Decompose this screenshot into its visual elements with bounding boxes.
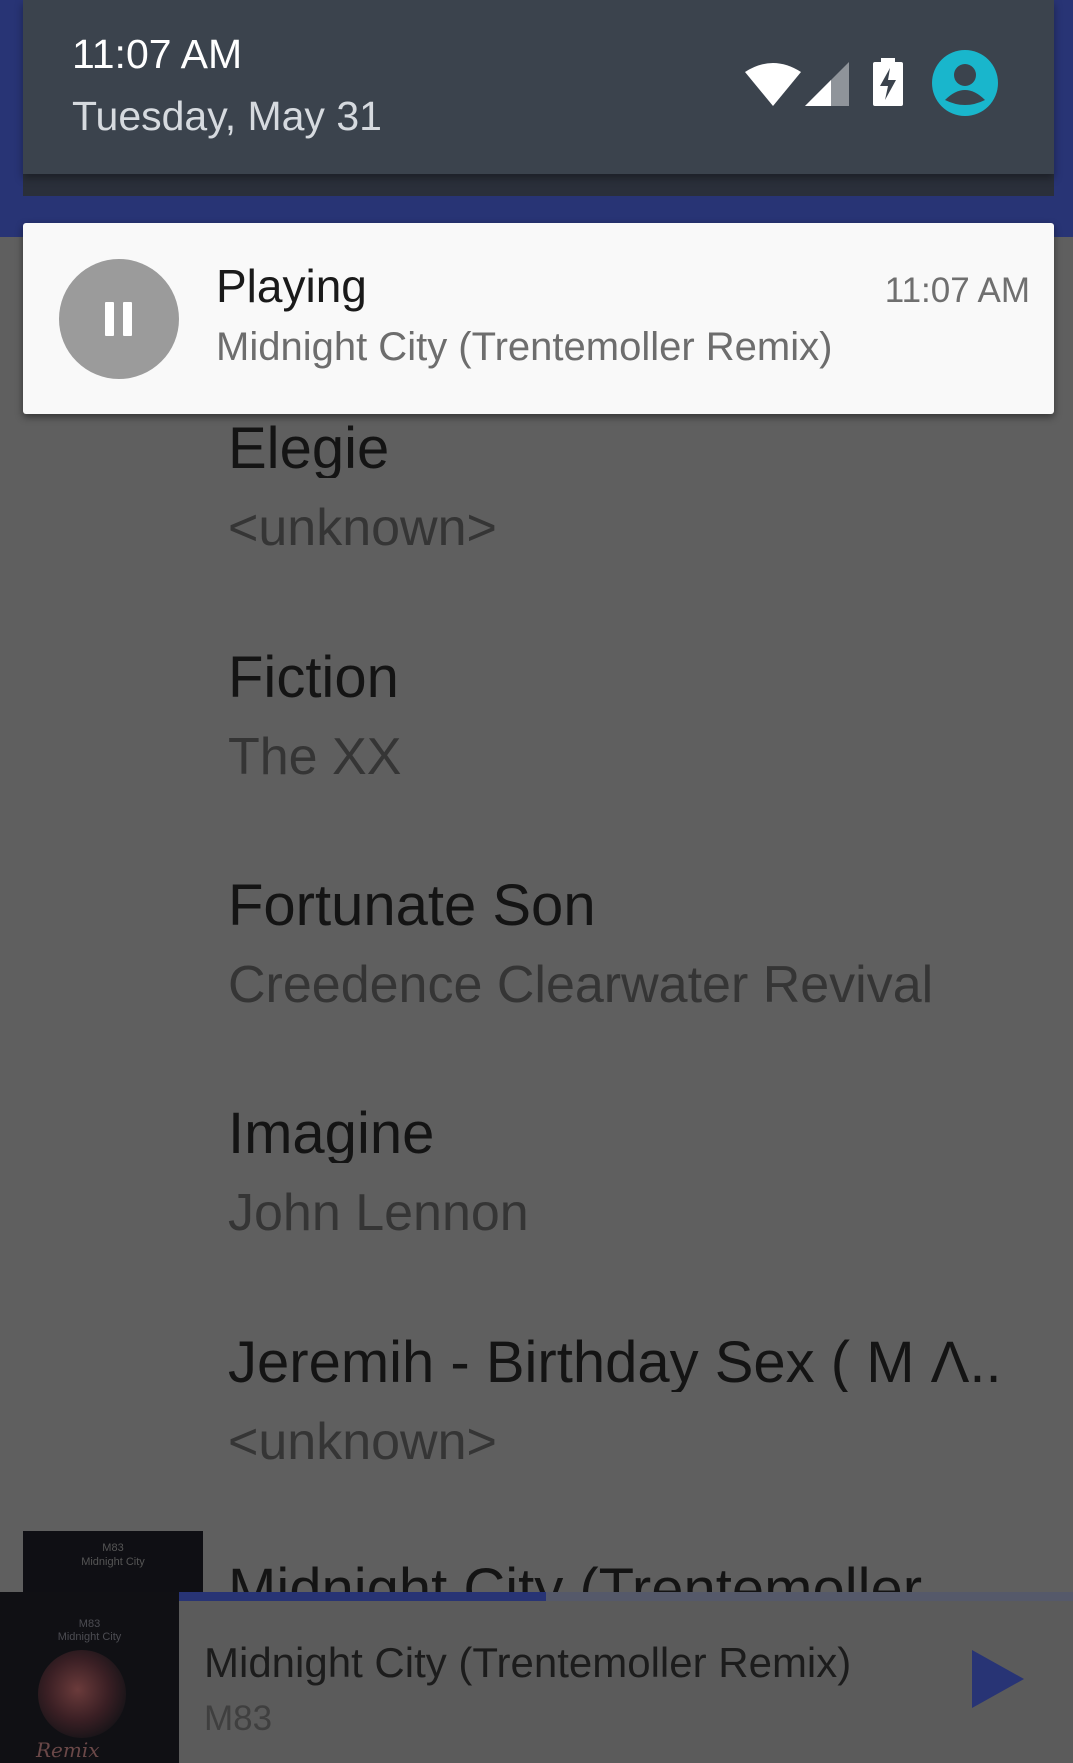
song-list[interactable]: Elegie <unknown> Fiction The XX Fortunat… [0, 237, 1073, 1592]
song-artist: John Lennon [228, 1184, 529, 1242]
notification-text: Midnight City (Trentemoller Remix) [216, 325, 833, 369]
play-icon[interactable] [968, 1648, 1026, 1710]
cell-signal-icon [805, 62, 849, 106]
wifi-icon [745, 63, 801, 106]
thumb-artist-text: M83 [102, 1542, 124, 1554]
album-cover: M83 Midnight City Remix [0, 1592, 179, 1763]
song-artist: The XX [228, 728, 402, 786]
status-date: Tuesday, May 31 [72, 93, 382, 139]
song-title: Elegie [228, 420, 390, 478]
notification-time: 11:07 AM [884, 271, 1030, 310]
account-icon[interactable] [932, 50, 998, 116]
cover-art-figure [38, 1650, 126, 1738]
cover-artist-text: M83 [78, 1618, 101, 1630]
song-artist: Creedence Clearwater Revival [228, 956, 934, 1014]
cover-signature-text: Remix [36, 1738, 100, 1762]
song-title: Fortunate Son [228, 877, 596, 935]
notification-title: Playing [216, 260, 367, 312]
song-title: Jeremih - Birthday Sex ( M Λ.. [228, 1334, 1002, 1392]
song-artist: <unknown> [228, 499, 497, 557]
song-item[interactable]: Fortunate Son Creedence Clearwater Reviv… [228, 877, 1048, 1011]
player-track-title: Midnight City (Trentemoller Remix) [204, 1639, 852, 1686]
song-item[interactable]: Fiction The XX [228, 649, 1048, 783]
media-notification[interactable]: Playing Midnight City (Trentemoller Remi… [23, 223, 1054, 414]
song-artist: <unknown> [228, 1413, 497, 1471]
song-item[interactable]: Jeremih - Birthday Sex ( M Λ.. <unknown> [228, 1334, 1048, 1468]
song-title: Midnight City (Trentemoller [228, 1561, 1048, 1592]
status-icons [745, 48, 1005, 118]
song-title: Imagine [228, 1105, 435, 1163]
pause-icon[interactable] [59, 259, 179, 379]
player-artist: M83 [204, 1699, 273, 1738]
status-time: 11:07 AM [72, 31, 243, 77]
song-item[interactable]: Midnight City (Trentemoller [228, 1561, 1048, 1592]
song-item[interactable]: Imagine John Lennon [228, 1105, 1048, 1239]
album-thumbnail: M83 Midnight City [23, 1531, 203, 1601]
cover-title-text: Midnight City [57, 1631, 122, 1643]
song-item[interactable]: Elegie <unknown> [228, 420, 1048, 554]
song-title: Fiction [228, 649, 399, 707]
battery-charging-icon [873, 58, 903, 106]
thumb-title-text: Midnight City [81, 1556, 145, 1568]
progress-fill [179, 1592, 546, 1601]
